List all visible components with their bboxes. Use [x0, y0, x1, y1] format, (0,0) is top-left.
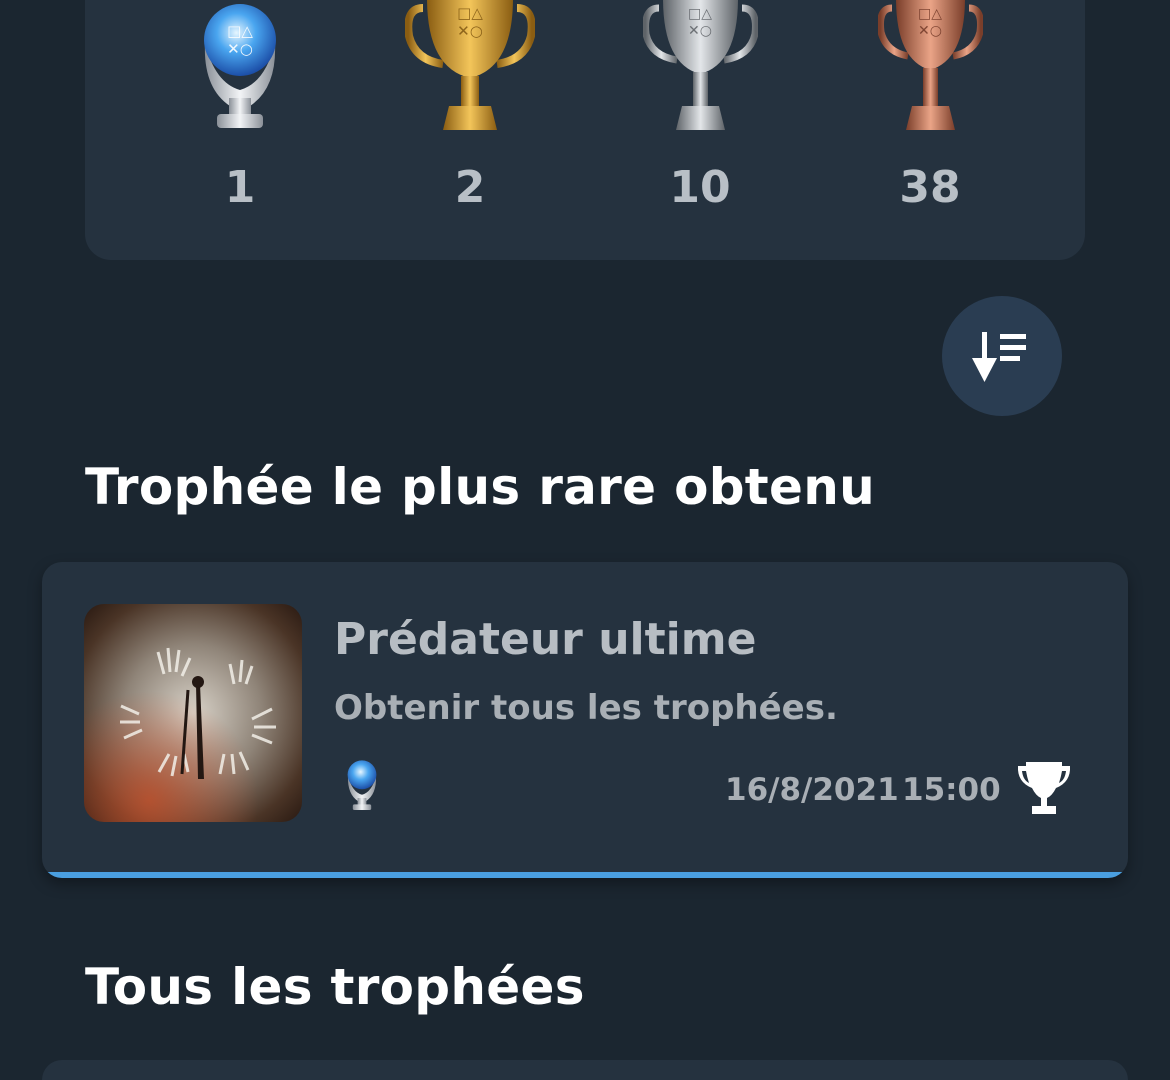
rarest-trophy-card[interactable]: Prédateur ultime Obtenir tous les trophé… [42, 562, 1128, 878]
all-trophies-heading: Tous les trophées [85, 958, 585, 1016]
trophy-list-page: □△ ✕○ 1 □△ ✕○ 2 □△ ✕○ 10 □△ ✕○ 38 Trophé… [0, 0, 1170, 1080]
platinum-count: 1 [224, 162, 256, 213]
svg-text:□△: □△ [227, 22, 253, 40]
silver-trophy-icon: □△ ✕○ [620, 0, 780, 133]
trophy-list-card[interactable] [42, 1060, 1128, 1080]
svg-text:✕○: ✕○ [688, 23, 712, 39]
sort-button[interactable] [942, 296, 1062, 416]
trophy-earned-icon [1016, 760, 1072, 822]
earned-time: 15:00 [902, 772, 1001, 808]
gold-summary: □△ ✕○ 2 [390, 0, 550, 213]
bronze-count: 38 [899, 162, 961, 213]
svg-text:□△: □△ [688, 6, 712, 22]
silver-summary: □△ ✕○ 10 [620, 0, 780, 213]
silver-count: 10 [669, 162, 731, 213]
platinum-trophy-icon [340, 752, 384, 822]
svg-text:□△: □△ [457, 4, 483, 22]
card-accent-bar [42, 872, 1128, 878]
svg-text:□△: □△ [918, 6, 942, 22]
gold-count: 2 [454, 162, 486, 213]
bronze-summary: □△ ✕○ 38 [850, 0, 1010, 213]
trophy-name: Prédateur ultime [334, 614, 757, 665]
platinum-summary: □△ ✕○ 1 [160, 0, 320, 213]
svg-text:✕○: ✕○ [918, 23, 942, 39]
rarest-trophy-heading: Trophée le plus rare obtenu [85, 458, 876, 516]
trophy-summary-card: □△ ✕○ 1 □△ ✕○ 2 □△ ✕○ 10 □△ ✕○ 38 [85, 0, 1085, 260]
bronze-trophy-icon: □△ ✕○ [850, 0, 1010, 133]
gold-trophy-icon: □△ ✕○ [390, 0, 550, 133]
game-artwork [84, 604, 302, 822]
svg-text:✕○: ✕○ [457, 22, 483, 40]
platinum-trophy-icon: □△ ✕○ [160, 0, 320, 133]
earned-date: 16/8/2021 [725, 772, 899, 808]
trophy-description: Obtenir tous les trophées. [334, 688, 838, 728]
svg-text:✕○: ✕○ [227, 40, 253, 58]
